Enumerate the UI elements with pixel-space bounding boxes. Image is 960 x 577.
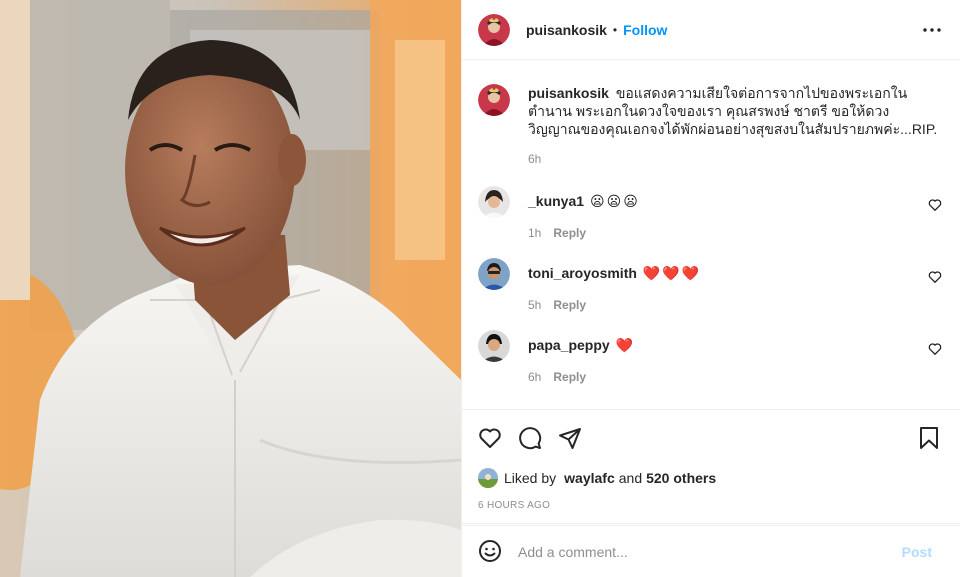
commenter-username[interactable]: toni_aroyosmith (528, 264, 637, 282)
emoji: ❤️ (662, 265, 680, 281)
caption-username[interactable]: puisankosik (528, 85, 609, 101)
caption-meta: 6h (528, 152, 940, 166)
author-username[interactable]: puisankosik (526, 22, 607, 38)
emoji: ❤️ (642, 265, 661, 281)
separator-dot: • (612, 22, 618, 37)
emoji: 😦 (606, 193, 622, 209)
post-photo[interactable] (0, 0, 461, 577)
emoji: ❤️ (615, 337, 634, 353)
comment-content: papa_peppy ❤️ (528, 330, 633, 354)
caption-time[interactable]: 6h (528, 152, 541, 166)
emoji: 😦 (623, 193, 638, 209)
liked-by-label: Liked by (504, 470, 557, 486)
reply-button[interactable]: Reply (553, 370, 586, 384)
likes-summary: Liked by waylafc and 520 others (462, 466, 960, 490)
post-time-ago[interactable]: 6 HOURS AGO (462, 496, 960, 524)
first-liker-username[interactable]: waylafc (564, 470, 615, 486)
commenter-username[interactable]: _kunya1 (528, 192, 584, 210)
comment-like-heart-icon[interactable] (928, 342, 942, 356)
share-paper-plane-icon[interactable] (558, 425, 584, 451)
emoji: 😦 (590, 193, 605, 209)
emoji-smiley-icon[interactable] (478, 539, 504, 565)
post-photo-image (0, 0, 461, 577)
author-avatar[interactable] (478, 13, 510, 46)
comment-meta: 6h Reply (528, 370, 633, 384)
comment-like-heart-icon[interactable] (928, 270, 942, 284)
comment-time[interactable]: 6h (528, 370, 541, 384)
commenter-username[interactable]: papa_peppy (528, 336, 610, 354)
comment-item: toni_aroyosmith ❤️ ❤️ ❤️ 5h Reply (478, 258, 944, 312)
comment-item: papa_peppy ❤️ 6h Reply (478, 330, 944, 384)
comment-time[interactable]: 5h (528, 298, 541, 312)
save-bookmark-icon[interactable] (918, 425, 944, 451)
post-actions-bar (462, 410, 960, 466)
caption-author-avatar[interactable] (478, 84, 510, 116)
reply-button[interactable]: Reply (553, 298, 586, 312)
comment-meta: 1h Reply (528, 226, 638, 240)
commenter-avatar[interactable] (478, 258, 510, 290)
commenter-avatar[interactable] (478, 330, 510, 362)
post-side-panel: puisankosik • Follow puisankosik ขอแสดงค… (461, 0, 960, 577)
liker-avatar[interactable] (478, 468, 498, 488)
comments-section: puisankosik ขอแสดงความเสียใจต่อการจากไปข… (462, 60, 960, 410)
like-heart-icon[interactable] (478, 425, 504, 451)
comment-time[interactable]: 1h (528, 226, 541, 240)
comment-like-heart-icon[interactable] (928, 198, 942, 212)
caption-text-block: puisankosik ขอแสดงความเสียใจต่อการจากไปข… (528, 84, 940, 138)
reply-button[interactable]: Reply (553, 226, 586, 240)
add-comment-bar: Post (462, 525, 960, 577)
post-comment-button[interactable]: Post (902, 544, 932, 560)
and-label: and (618, 470, 643, 486)
more-options-icon[interactable] (920, 18, 944, 42)
emoji: ❤️ (681, 265, 700, 281)
comment-content: _kunya1 😦 😦 😦 (528, 186, 638, 210)
comment-content: toni_aroyosmith ❤️ ❤️ ❤️ (528, 258, 699, 282)
follow-button[interactable]: Follow (623, 22, 667, 38)
comment-meta: 5h Reply (528, 298, 699, 312)
caption: puisankosik ขอแสดงความเสียใจต่อการจากไปข… (478, 60, 944, 166)
commenter-avatar[interactable] (478, 186, 510, 218)
comment-item: _kunya1 😦 😦 😦 1h Reply (478, 186, 944, 240)
others-count-link[interactable]: 520 others (646, 470, 716, 486)
comment-bubble-icon[interactable] (518, 425, 544, 451)
post-header: puisankosik • Follow (462, 0, 960, 60)
add-comment-input[interactable] (518, 543, 902, 560)
